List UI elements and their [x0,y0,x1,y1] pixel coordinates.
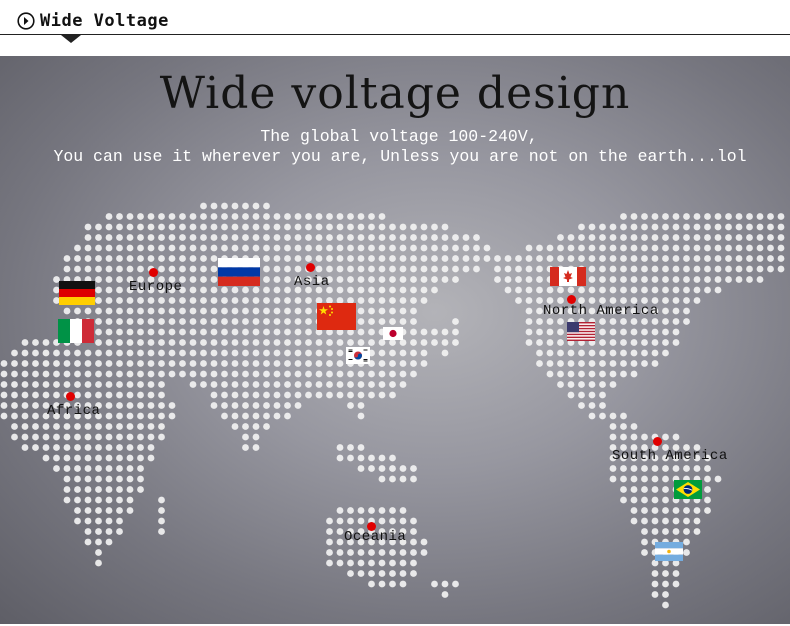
region-label-europe: Europe [129,279,183,295]
germany-flag-icon [59,281,95,305]
usa-flag-icon [567,322,595,341]
europe-pin [149,268,158,277]
south-america-pin [653,437,662,446]
banner-title: Wide voltage design [159,68,631,119]
japan-flag-icon [383,327,403,340]
brazil-flag-icon [674,480,702,499]
banner-subtitle-line1: The global voltage 100-240V, [260,127,538,146]
russia-flag-icon [218,258,260,286]
canada-flag-icon [550,267,586,286]
region-label-asia: Asia [294,274,330,290]
region-label-africa: Africa [47,403,101,419]
argentina-flag-icon [655,542,683,561]
region-label-oceania: Oceania [344,529,407,545]
italy-flag-icon [58,319,94,343]
banner-subtitle-line2: You can use it wherever you are, Unless … [53,147,747,166]
africa-pin [66,392,75,401]
south-korea-flag-icon [346,347,370,364]
region-label-south-america: South America [612,448,728,464]
region-label-north-america: North America [543,303,659,319]
asia-pin [306,263,315,272]
china-flag-icon [317,303,356,330]
